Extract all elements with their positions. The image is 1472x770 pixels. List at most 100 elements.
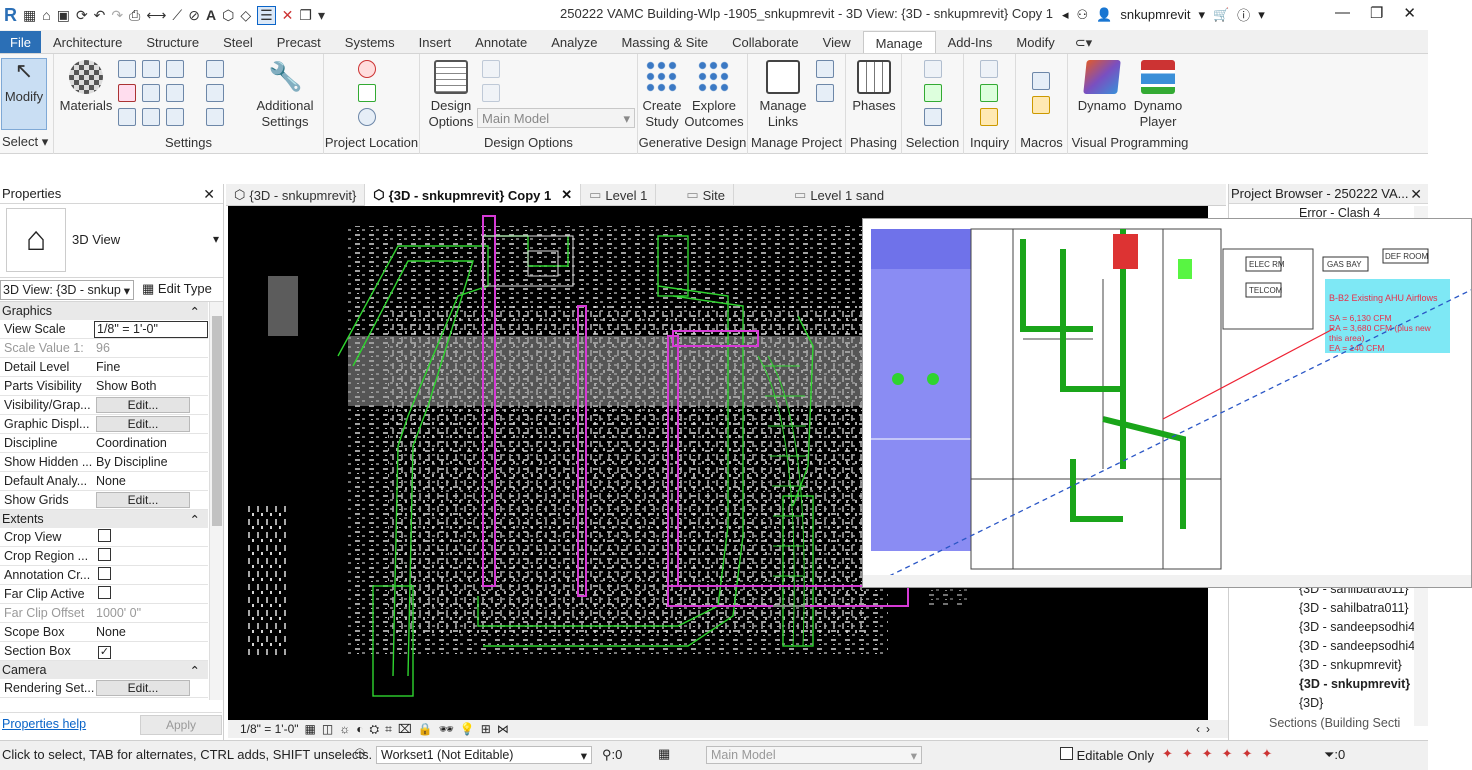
property-row[interactable]: Graphic Displ... Edit... xyxy=(0,415,208,434)
property-row[interactable]: Show Grids Edit... xyxy=(0,491,208,510)
tab-systems[interactable]: Systems xyxy=(333,31,407,53)
transfer-standards-icon[interactable] xyxy=(118,108,136,126)
detail-level-icon[interactable]: ▦ xyxy=(305,722,316,736)
tab-view[interactable]: View xyxy=(811,31,863,53)
property-row[interactable]: Annotation Cr... xyxy=(0,566,208,585)
minimize-icon[interactable]: — xyxy=(1335,4,1350,22)
property-value[interactable]: None xyxy=(94,474,208,488)
close-icon[interactable]: ✕ xyxy=(1403,4,1416,22)
property-value[interactable] xyxy=(94,548,208,564)
binoculars-icon[interactable]: ⚇ xyxy=(1077,7,1089,23)
property-value[interactable]: None xyxy=(94,625,208,639)
purge-unused-icon[interactable] xyxy=(142,108,160,126)
close-tab-icon[interactable]: ✕ xyxy=(561,187,572,203)
property-checkbox[interactable] xyxy=(98,548,111,561)
object-styles-icon[interactable] xyxy=(118,60,136,78)
project-parameters-icon[interactable] xyxy=(118,84,136,102)
property-row[interactable]: Discipline Coordination xyxy=(0,434,208,453)
arrow-left-icon[interactable]: ◂ xyxy=(1062,7,1069,23)
editable-only-checkbox[interactable]: Editable Only xyxy=(1058,747,1154,763)
project-units-icon[interactable] xyxy=(166,108,184,126)
temp-hide-icon[interactable]: 🕶 xyxy=(439,722,454,736)
property-row[interactable]: Rendering Set... Edit... xyxy=(0,679,208,698)
macro-security-icon[interactable] xyxy=(1032,96,1050,114)
property-row[interactable]: Crop View xyxy=(0,528,208,547)
property-value[interactable]: Edit... xyxy=(94,397,208,413)
save-selection-icon[interactable] xyxy=(924,60,942,78)
tab-architecture[interactable]: Architecture xyxy=(41,31,134,53)
property-row[interactable]: Scope Box None xyxy=(0,623,208,642)
tab-view-site[interactable]: ▭ Site xyxy=(656,184,735,206)
3d-view-icon[interactable]: ⬡ xyxy=(222,7,234,24)
tab-precast[interactable]: Precast xyxy=(265,31,333,53)
shared-parameters-icon[interactable] xyxy=(142,84,160,102)
property-row[interactable]: Default Analy... None xyxy=(0,472,208,491)
measure-icon[interactable]: ⟷ xyxy=(146,7,166,24)
chevron-down-icon[interactable]: ▾ xyxy=(1198,7,1205,23)
redo-icon[interactable]: ↷ xyxy=(111,7,123,24)
coordinates-icon[interactable] xyxy=(358,84,376,102)
sync-icon[interactable]: ⟳ xyxy=(76,7,88,24)
graphics-section[interactable]: Graphics ⌃ xyxy=(0,302,208,320)
property-row[interactable]: Show Hidden ... By Discipline xyxy=(0,453,208,472)
restore-icon[interactable]: ❐ xyxy=(1370,4,1383,22)
mep-settings-icon[interactable] xyxy=(206,84,224,102)
edit-button[interactable]: Edit... xyxy=(96,416,190,432)
property-value[interactable]: By Discipline xyxy=(94,455,208,469)
edit-selection-icon[interactable] xyxy=(924,108,942,126)
dynamo-player-button[interactable]: Dynamo Player xyxy=(1130,60,1186,130)
select-dropdown[interactable]: Select ▾ xyxy=(0,134,53,150)
close-icon[interactable]: ✕ xyxy=(203,186,221,202)
worksets-icon[interactable]: ⚇ xyxy=(354,746,366,762)
design-options-icon[interactable]: ▦ xyxy=(658,746,670,762)
overlay-plan-image[interactable]: B-B2 Existing AHU Airflows SA = 6,130 CF… xyxy=(862,218,1472,588)
property-checkbox[interactable]: ✓ xyxy=(98,645,111,659)
tab-view-3d-copy[interactable]: ⬡ {3D - snkupmrevit} Copy 1 ✕ xyxy=(365,184,582,206)
tab-massing-site[interactable]: Massing & Site xyxy=(609,31,720,53)
text-icon[interactable]: A xyxy=(206,7,216,23)
tab-modify[interactable]: Modify xyxy=(1004,31,1066,53)
select-by-id-icon[interactable] xyxy=(980,84,998,102)
property-row[interactable]: Visibility/Grap... Edit... xyxy=(0,396,208,415)
workset-dropdown[interactable]: Workset1 (Not Editable) ▾ xyxy=(376,746,592,764)
property-value[interactable]: Edit... xyxy=(94,680,208,696)
property-row[interactable]: Section Box ✓ xyxy=(0,642,208,661)
scroll-right-icon[interactable]: › xyxy=(1206,722,1210,736)
property-value[interactable] xyxy=(94,529,208,545)
help-icon[interactable]: ⓘ xyxy=(1237,5,1250,24)
constraints-icon[interactable]: ⋈ xyxy=(497,722,509,736)
property-value[interactable]: Show Both xyxy=(94,379,208,393)
property-value[interactable]: Coordination xyxy=(94,436,208,450)
user-icon[interactable]: 👤 xyxy=(1096,7,1112,23)
tab-analyze[interactable]: Analyze xyxy=(539,31,609,53)
tab-file[interactable]: File xyxy=(0,31,41,53)
tab-view-level-1-sand[interactable]: ▭ Level 1 sand xyxy=(734,184,892,206)
visual-style-icon[interactable]: ◫ xyxy=(322,722,333,736)
thin-lines-icon[interactable]: ☰ xyxy=(257,5,276,25)
create-study-button[interactable]: Create Study xyxy=(640,60,684,130)
location-icon[interactable] xyxy=(358,60,376,78)
tag-icon[interactable]: ⊘ xyxy=(188,7,200,24)
filter-icon[interactable]: ⏷:0 xyxy=(1324,747,1345,763)
property-row[interactable]: View Scale 1/8" = 1'-0" xyxy=(0,320,208,339)
close-hidden-icon[interactable]: ✕ xyxy=(282,7,294,24)
modify-button[interactable]: ↖ Modify xyxy=(1,58,47,130)
edit-type-button[interactable]: ▦ Edit Type xyxy=(142,281,212,297)
tab-structure[interactable]: Structure xyxy=(134,31,211,53)
manage-images-icon[interactable] xyxy=(816,60,834,78)
additional-settings-button[interactable]: 🔧 Additional Settings xyxy=(250,60,320,130)
materials-button[interactable]: Materials xyxy=(58,60,114,114)
browser-item-3d-view[interactable]: {3D - sandeepsodhi4 xyxy=(1299,639,1415,653)
revit-logo-icon[interactable]: R xyxy=(4,5,17,26)
property-checkbox[interactable] xyxy=(98,529,111,542)
property-value[interactable]: 1/8" = 1'-0" xyxy=(94,320,208,338)
instance-selector[interactable]: 3D View: {3D - snkup ▾ xyxy=(0,280,134,300)
tab-manage[interactable]: Manage xyxy=(862,31,936,53)
edit-button[interactable]: Edit... xyxy=(96,397,190,413)
render-icon[interactable]: ⛭ xyxy=(369,722,379,737)
tab-view-level-1[interactable]: ▭ Level 1 xyxy=(581,184,657,206)
sun-path-icon[interactable]: ☼ xyxy=(339,722,350,736)
design-options-button[interactable]: Design Options xyxy=(428,60,474,130)
property-value[interactable]: Edit... xyxy=(94,492,208,508)
property-value[interactable]: 96 xyxy=(94,341,208,355)
